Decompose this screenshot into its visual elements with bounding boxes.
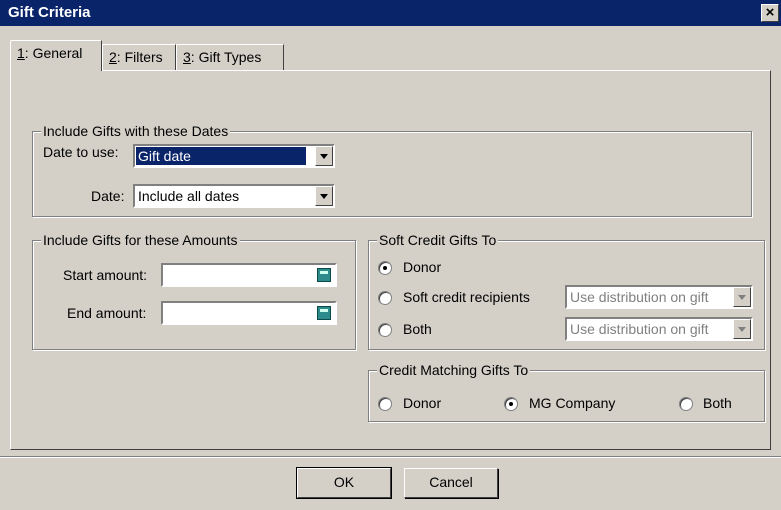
- matching-both-radio[interactable]: [679, 397, 693, 411]
- end-amount-label: End amount:: [67, 305, 147, 321]
- calculator-icon[interactable]: [317, 306, 331, 320]
- date-to-use-label: Date to use:: [43, 144, 119, 160]
- title-bar: Gift Criteria ×: [0, 0, 781, 26]
- tab-gift-types[interactable]: 3: Gift Types: [176, 44, 284, 70]
- amounts-group-label: Include Gifts for these Amounts: [41, 232, 240, 248]
- date-label: Date:: [91, 188, 125, 204]
- button-separator: [0, 456, 781, 458]
- start-amount-field[interactable]: [161, 263, 337, 287]
- cancel-button[interactable]: Cancel: [404, 468, 498, 498]
- tab-general[interactable]: 1: General: [10, 40, 102, 71]
- date-to-use-value: Gift date: [136, 147, 306, 165]
- date-to-use-select[interactable]: Gift date: [133, 144, 335, 168]
- date-select[interactable]: Include all dates: [133, 184, 335, 208]
- soft-credit-recipients-label: Soft credit recipients: [403, 289, 530, 305]
- chevron-down-icon[interactable]: [733, 287, 751, 307]
- end-amount-field[interactable]: [161, 301, 337, 325]
- soft-credit-group-label: Soft Credit Gifts To: [377, 232, 499, 248]
- tab-gift-types-key: 3: [183, 49, 191, 65]
- soft-credit-recipients-distribution-value: Use distribution on gift: [570, 289, 709, 305]
- tab-filters[interactable]: 2: Filters: [102, 44, 176, 70]
- matching-donor-radio[interactable]: [378, 397, 392, 411]
- soft-credit-both-radio[interactable]: [378, 323, 392, 337]
- matching-both-label: Both: [703, 395, 732, 411]
- start-amount-label: Start amount:: [63, 267, 148, 283]
- chevron-down-icon[interactable]: [315, 186, 333, 206]
- dates-group: Include Gifts with these Dates Date to u…: [32, 123, 752, 217]
- ok-button[interactable]: OK: [296, 467, 392, 499]
- matching-mg-company-radio[interactable]: [504, 397, 518, 411]
- calculator-icon[interactable]: [317, 268, 331, 282]
- matching-donor-label: Donor: [403, 395, 442, 411]
- window-title: Gift Criteria: [8, 4, 91, 21]
- matching-gifts-group: Credit Matching Gifts To Donor MG Compan…: [368, 362, 765, 422]
- chevron-down-icon[interactable]: [315, 146, 333, 166]
- soft-credit-both-distribution-value: Use distribution on gift: [570, 321, 709, 337]
- dates-group-label: Include Gifts with these Dates: [41, 123, 231, 139]
- close-button[interactable]: ×: [761, 4, 779, 22]
- tab-gift-types-label: : Gift Types: [190, 49, 262, 65]
- soft-credit-donor-label: Donor: [403, 259, 442, 275]
- matching-gifts-group-label: Credit Matching Gifts To: [377, 362, 531, 378]
- amounts-group: Include Gifts for these Amounts Start am…: [32, 232, 356, 350]
- soft-credit-recipients-radio[interactable]: [378, 291, 392, 305]
- tab-filters-key: 2: [109, 49, 117, 65]
- matching-mg-company-label: MG Company: [529, 395, 616, 411]
- tab-general-label: : General: [24, 45, 83, 61]
- close-icon: ×: [765, 4, 775, 21]
- soft-credit-both-label: Both: [403, 321, 432, 337]
- tab-filters-label: : Filters: [116, 49, 163, 65]
- tab-general-key: 1: [17, 45, 25, 61]
- soft-credit-group: Soft Credit Gifts To Donor Soft credit r…: [368, 232, 765, 350]
- date-value: Include all dates: [138, 188, 240, 204]
- soft-credit-recipients-distribution-select[interactable]: Use distribution on gift: [565, 285, 753, 309]
- soft-credit-both-distribution-select[interactable]: Use distribution on gift: [565, 317, 753, 341]
- soft-credit-donor-radio[interactable]: [378, 261, 392, 275]
- chevron-down-icon[interactable]: [733, 319, 751, 339]
